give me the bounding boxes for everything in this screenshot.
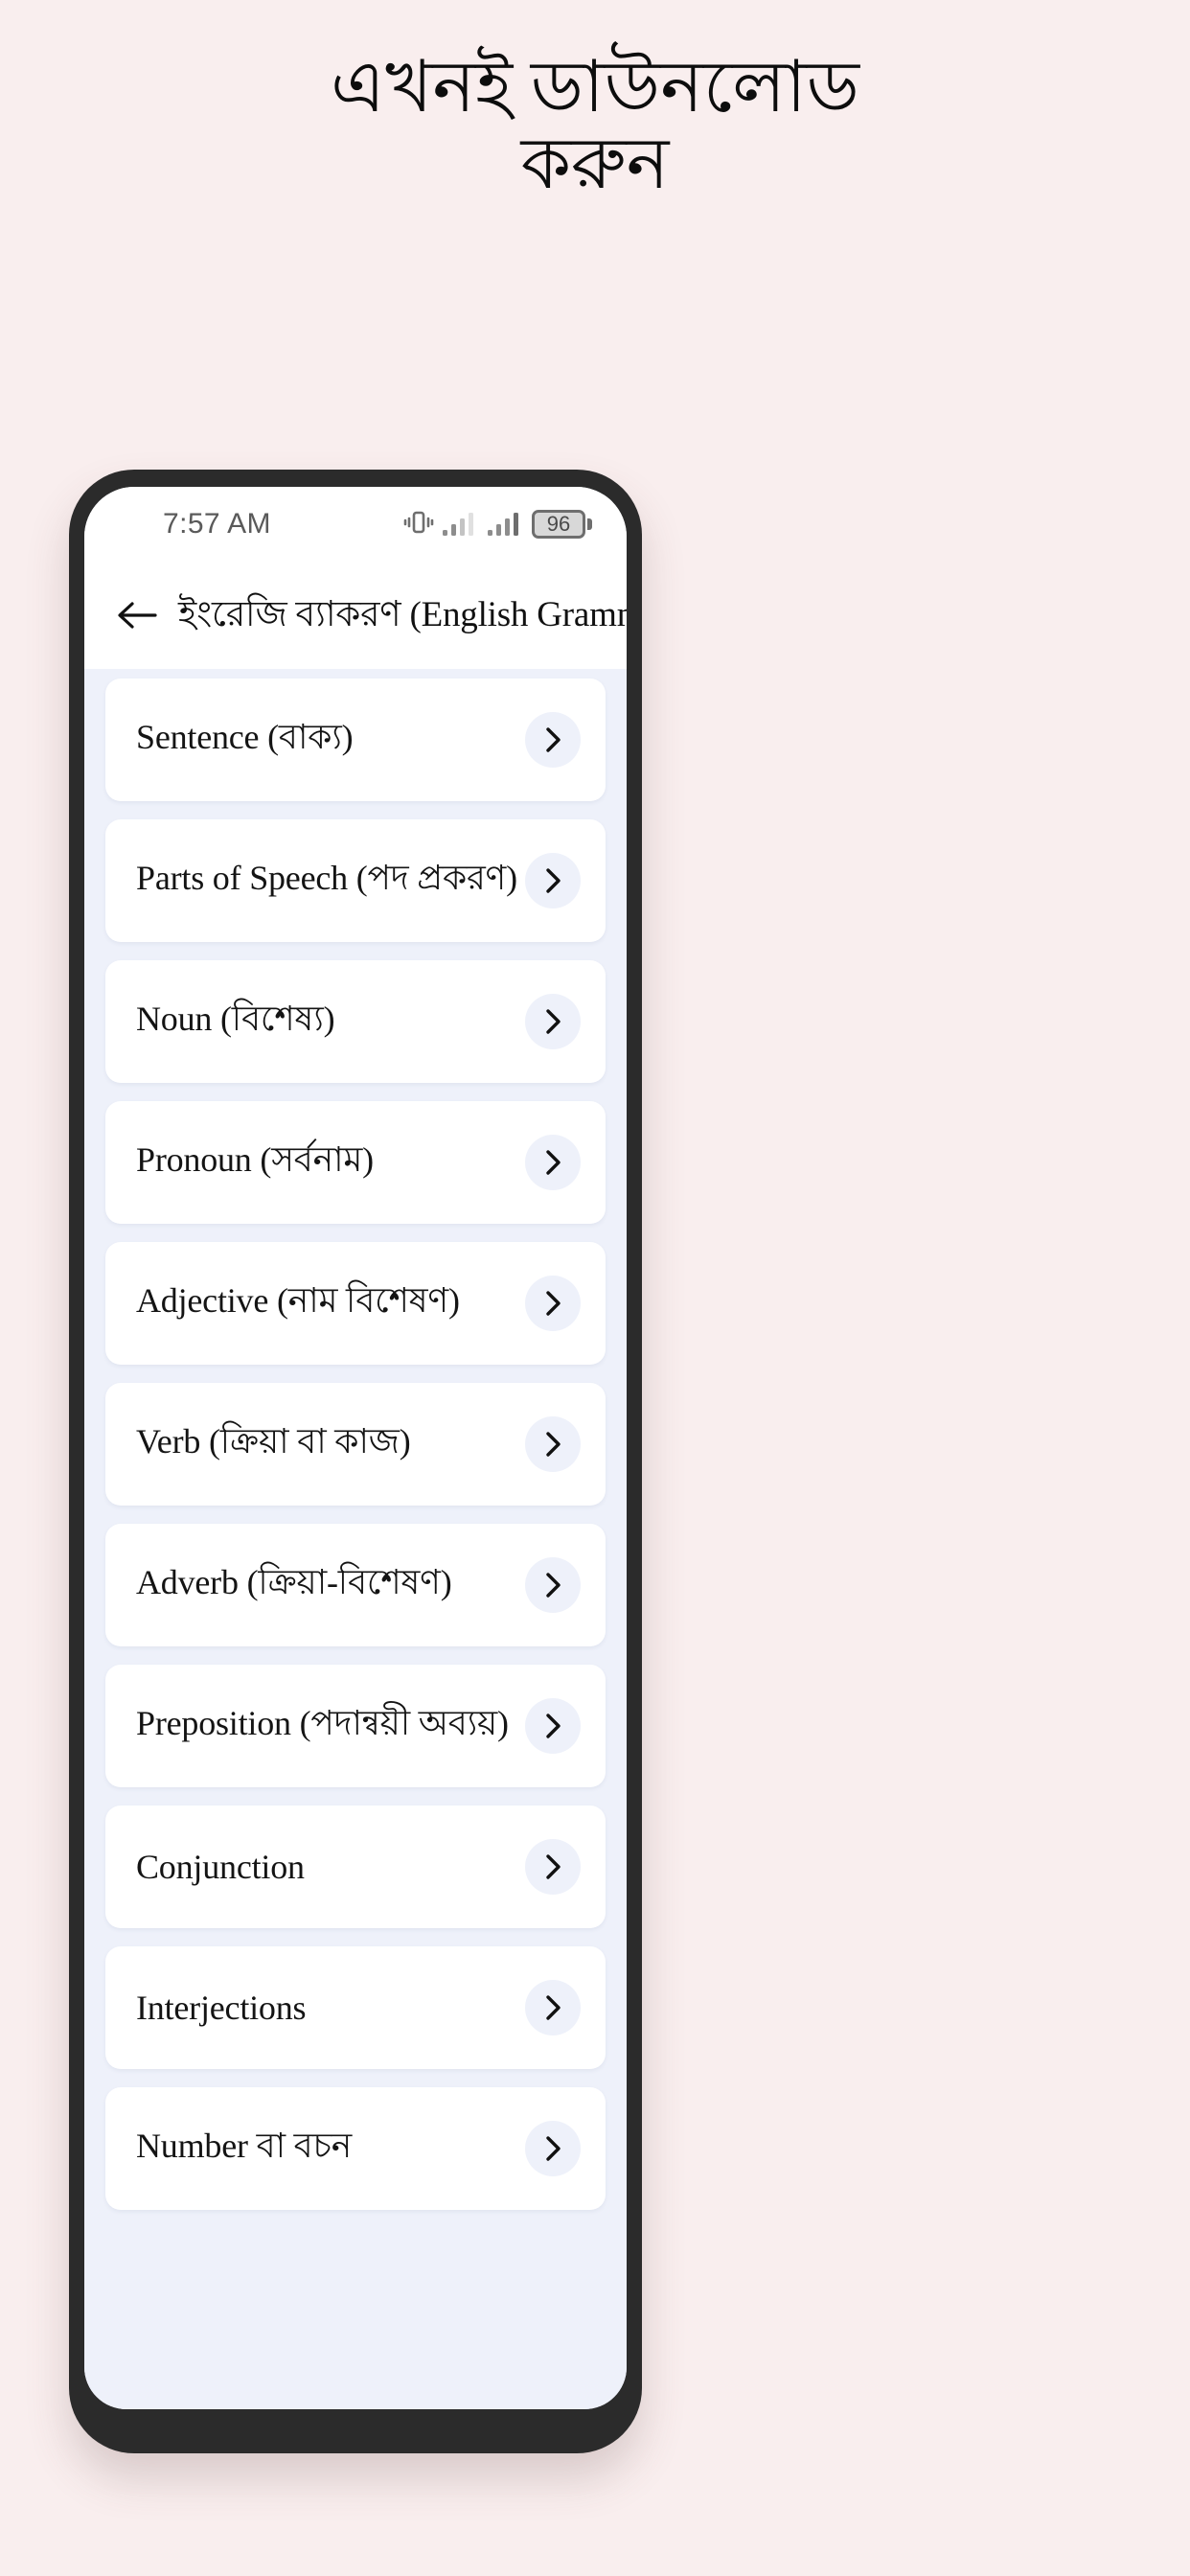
list-item-label: Conjunction [136,1848,305,1886]
grammar-topic-list[interactable]: Sentence (বাক্য) Parts of Speech (পদ প্র… [84,669,627,2409]
chevron-right-icon[interactable] [525,1135,581,1190]
phone-screen: 7:57 AM 96 ইংরেজি ব্যাকরণ (English Gram … [84,487,627,2409]
list-item[interactable]: Adverb (ক্রিয়া-বিশেষণ) [105,1524,606,1646]
vibrate-icon [402,508,435,541]
battery-percent-label: 96 [546,512,571,536]
chevron-right-icon[interactable] [525,1698,581,1754]
list-item[interactable]: Sentence (বাক্য) [105,678,606,801]
list-item-label: Verb (ক্রিয়া বা কাজ) [136,1422,411,1460]
app-bar: ইংরেজি ব্যাকরণ (English Grammar) [84,562,627,669]
list-item[interactable]: Noun (বিশেষ্য) [105,960,606,1083]
arrow-left-icon[interactable] [115,593,159,637]
list-item[interactable]: Verb (ক্রিয়া বা কাজ) [105,1383,606,1506]
promo-heading-line-2: করুন [520,124,670,204]
list-item-label: Sentence (বাক্য) [136,718,354,756]
chevron-right-icon[interactable] [525,1980,581,2036]
chevron-right-icon[interactable] [525,2121,581,2176]
phone-mockup-frame: 7:57 AM 96 ইংরেজি ব্যাকরণ (English Gram … [69,470,642,2453]
chevron-right-icon[interactable] [525,1839,581,1895]
list-item-label: Number বা বচন [136,2127,352,2165]
list-item-label: Adverb (ক্রিয়া-বিশেষণ) [136,1563,452,1601]
signal-bars-icon [442,508,480,541]
list-item[interactable]: Interjections [105,1946,606,2069]
signal-bars-icon [487,508,525,541]
chevron-right-icon[interactable] [525,853,581,908]
battery-nub [587,518,592,530]
chevron-right-icon[interactable] [525,994,581,1049]
battery-icon: 96 [532,510,592,539]
status-bar: 7:57 AM 96 [84,487,627,562]
list-item-label: Parts of Speech (পদ প্রকরণ) [136,859,517,897]
list-item[interactable]: Adjective (নাম বিশেষণ) [105,1242,606,1365]
list-item-label: Pronoun (সর্বনাম) [136,1140,374,1179]
list-item[interactable]: Pronoun (সর্বনাম) [105,1101,606,1224]
chevron-right-icon[interactable] [525,712,581,768]
page-title: ইংরেজি ব্যাকরণ (English Grammar) [178,594,627,634]
list-item[interactable]: Number বা বচন [105,2087,606,2210]
list-item[interactable]: Parts of Speech (পদ প্রকরণ) [105,819,606,942]
list-item-label: Interjections [136,1989,307,2027]
chevron-right-icon[interactable] [525,1276,581,1331]
list-item-label: Noun (বিশেষ্য) [136,1000,335,1038]
promo-heading-line-1: এখনই ডাউনলোড [331,48,859,127]
chevron-right-icon[interactable] [525,1557,581,1613]
list-item[interactable]: Conjunction [105,1806,606,1928]
status-bar-time: 7:57 AM [163,508,271,540]
status-bar-icons: 96 [402,508,592,541]
list-item-label: Adjective (নাম বিশেষণ) [136,1281,460,1320]
promo-heading: এখনই ডাউনলোড করুন [0,50,1190,202]
list-item-label: Preposition (পদান্বয়ী অব্যয়) [136,1704,509,1742]
list-item[interactable]: Preposition (পদান্বয়ী অব্যয়) [105,1665,606,1787]
chevron-right-icon[interactable] [525,1416,581,1472]
